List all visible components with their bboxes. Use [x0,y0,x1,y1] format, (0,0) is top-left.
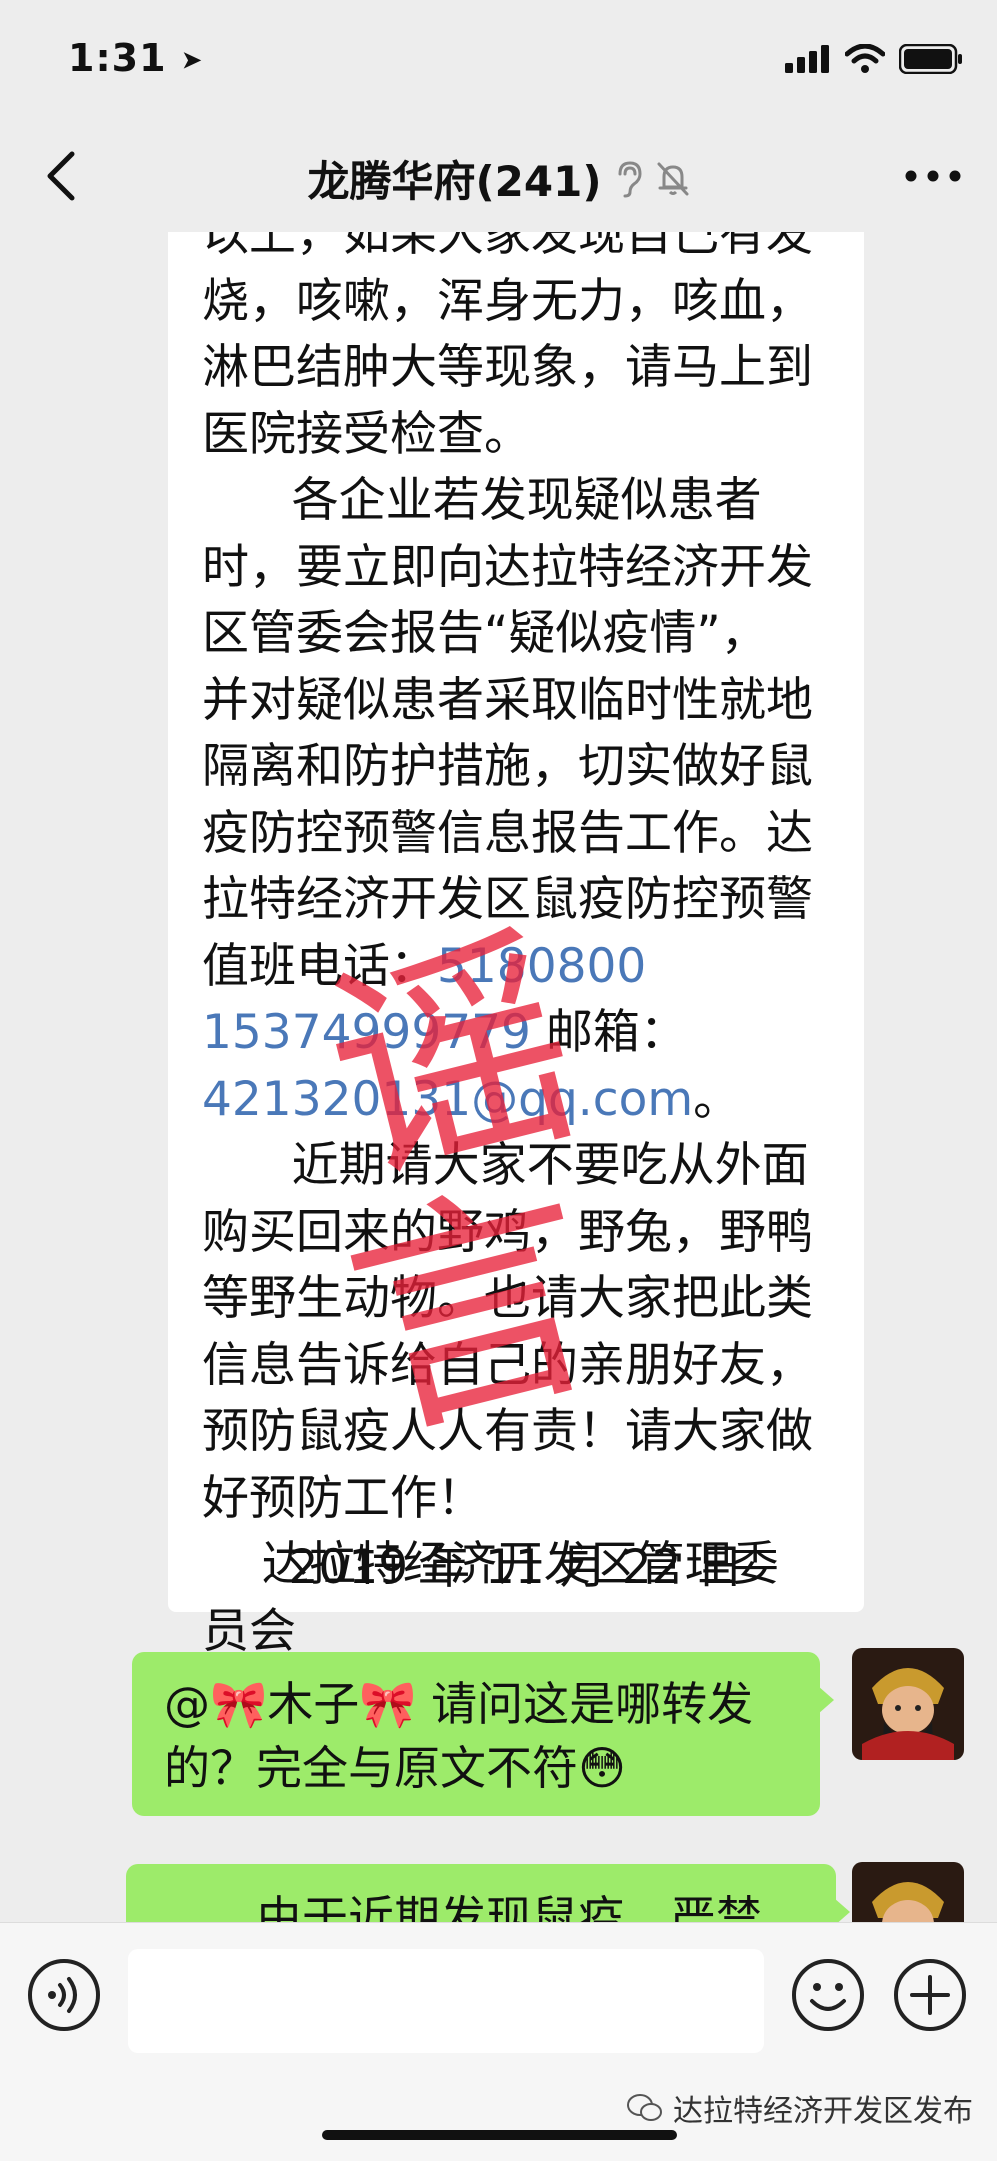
notice-line: 并对疑似患者采取临时性就地 [202,672,813,728]
bubble-tail-2 [834,1898,850,1922]
reply-line-2: 的？完全与原文不符😳 [164,1741,626,1795]
signal-icon [785,45,829,73]
more-icon[interactable] [903,164,963,188]
notice-line: 时，要立即向达拉特经济开发 [202,539,813,595]
next-bubble-text: 由于近期发现鼠疫，严禁 [256,1891,762,1922]
wifi-icon [845,44,885,73]
phone-link-2[interactable]: 15374999779 [202,1005,531,1060]
ear-icon [618,160,642,197]
watermark-text: 达拉特经济开发区发布 [673,2094,973,2129]
status-time: 1:31 ➤ [68,36,204,80]
time-text: 1:31 [68,36,167,80]
notice-line: 购买回来的野鸡，野兔，野鸭 [202,1204,813,1260]
reply-line-1: @🎀木子🎀 请问这是哪转发 [164,1677,754,1731]
nav-bar: 龙腾华府(241) [0,120,997,232]
email-label: 邮箱： [530,1005,687,1060]
voice-icon[interactable] [26,1957,102,2033]
notice-line: 近期请大家不要吃从外面 [202,1138,809,1193]
notice-line: 拉特经济开发区鼠疫防控预警 [202,872,813,927]
email-link[interactable]: 421320131@qq.com [202,1072,693,1127]
notice-line: 信息告诉给自己的亲朋好友， [202,1337,813,1393]
notice-line: 值班电话： [202,938,437,994]
mute-bell-icon [657,162,689,195]
email-suffix: 。 [693,1071,741,1127]
notice-line: 预防鼠疫人人有责！请大家做 [202,1404,813,1459]
notice-line: 以上，如果大家发现自己有发 [202,232,813,262]
avatar[interactable] [852,1648,964,1760]
status-icons [785,44,963,74]
battery-icon [899,44,962,74]
reply-bubble[interactable]: @🎀木子🎀 请问这是哪转发 的？完全与原文不符😳 [132,1652,834,1816]
avatar-image-2 [852,1862,964,1922]
notice-line: 区管委会报告“疑似疫情”， [202,606,768,661]
message-input[interactable] [128,1949,764,2053]
status-bar: 1:31 ➤ [0,0,997,120]
chat-title: 龙腾华府(241) [0,148,997,209]
notice-line: 烧，咳嗽，浑身无力，咳血， [202,273,813,329]
location-arrow-icon: ➤ [180,45,204,76]
emoji-icon[interactable] [790,1957,866,2033]
notice-line: 各企业若发现疑似患者 [202,473,762,528]
phone-link-1[interactable]: 5180800 [437,939,646,994]
notice-line: 好预防工作！ [202,1470,484,1526]
message-bubble-notice[interactable]: 以上，如果大家发现自己有发烧，咳嗽，浑身无力，咳血， 淋巴结肿大等现象，请马上到医… [168,232,864,1659]
notice-date: 2019 年 11 月 22 日 [288,1540,744,1595]
home-indicator [322,2130,677,2140]
reply-text: @🎀木子🎀 请问这是哪转发 的？完全与原文不符😳 [164,1672,753,1800]
notice-line: 医院接受检查。 [202,406,531,462]
add-icon[interactable] [892,1957,968,2033]
chat-area[interactable]: 以上，如果大家发现自己有发烧，咳嗽，浑身无力，咳血， 淋巴结肿大等现象，请马上到医… [0,232,997,1922]
notice-line: 等野生动物。也请大家把此类 [202,1271,813,1326]
group-name: 龙腾华府(241) [307,157,602,206]
avatar-2[interactable] [852,1862,964,1922]
notice-line: 淋巴结肿大等现象，请马上到 [202,340,813,395]
notice-text: 以上，如果大家发现自己有发烧，咳嗽，浑身无力，咳血， 淋巴结肿大等现象，请马上到医… [202,232,842,1665]
notice-line: 隔离和防护措施，切实做好鼠 [202,739,813,794]
bubble-tail [818,1686,834,1714]
notice-line: 疫防控预警信息报告工作。达 [202,805,813,861]
next-bubble[interactable]: 由于近期发现鼠疫，严禁 [126,1864,850,1922]
avatar-image [852,1648,964,1760]
wechat-icon [627,2094,662,2121]
watermark: 达拉特经济开发区发布 [627,2086,973,2130]
